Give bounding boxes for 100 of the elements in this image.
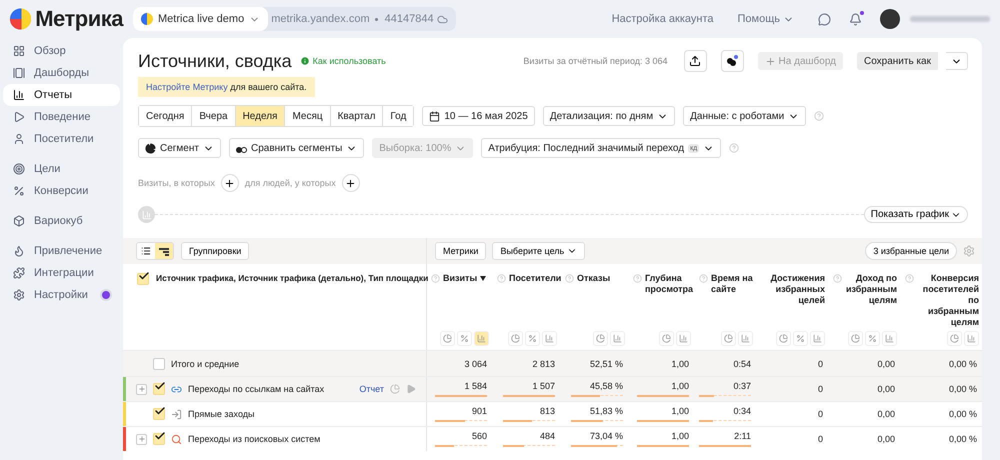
sidebar-item[interactable]: Привлечение: [3, 240, 120, 262]
sidebar-item[interactable]: Интеграции: [3, 262, 120, 284]
pie-chart-icon[interactable]: [390, 384, 400, 394]
show-chart-button[interactable]: Показать график: [864, 206, 968, 223]
pie-chart-button[interactable]: [721, 331, 736, 346]
column-header[interactable]: Достижения избранных целей: [761, 273, 825, 306]
column-header[interactable]: Визиты: [443, 273, 478, 284]
save-options-button[interactable]: [946, 52, 968, 70]
help-icon[interactable]: [633, 274, 642, 283]
pie-chart-button[interactable]: [659, 331, 674, 346]
settings-icon[interactable]: [963, 245, 975, 257]
sidebar-item[interactable]: Поведение: [3, 106, 120, 128]
bar-chart-button[interactable]: [542, 331, 557, 346]
logo-icon: [10, 7, 32, 31]
report-link[interactable]: Отчет: [359, 384, 384, 394]
check-icon: [154, 430, 166, 442]
counter-button[interactable]: Metrica live demo: [133, 7, 268, 31]
list-icon: [141, 246, 151, 256]
table-cell: 1 507: [532, 381, 555, 391]
counter-domain: metrika.yandex.com: [270, 13, 371, 25]
percent-button[interactable]: [865, 331, 880, 346]
percent-button[interactable]: [793, 331, 808, 346]
column-header[interactable]: Конверсия посетителей по избранным целям: [917, 273, 979, 328]
metrics-button[interactable]: Метрики: [435, 242, 486, 260]
sidebar-item[interactable]: Отчеты: [3, 84, 120, 106]
bar-chart-button[interactable]: [474, 331, 489, 346]
checkbox[interactable]: [153, 433, 165, 445]
help-icon[interactable]: [905, 274, 914, 283]
bar-chart-button[interactable]: [964, 331, 979, 346]
column-header[interactable]: Отказы: [577, 273, 610, 284]
checkbox[interactable]: [137, 273, 149, 285]
pie-chart-button[interactable]: [776, 331, 791, 346]
bar-chart-icon: [679, 334, 688, 343]
column-header[interactable]: Доход по избранным целям: [845, 273, 897, 306]
sidebar-item[interactable]: Обзор: [3, 40, 120, 62]
goal-dropdown[interactable]: Выберите цель: [492, 242, 586, 260]
bar-chart-button[interactable]: [738, 331, 753, 346]
period-tab[interactable]: Сегодня: [139, 106, 192, 126]
bar-chart-button[interactable]: [810, 331, 825, 346]
help-link[interactable]: Как использовать: [300, 56, 386, 66]
help-icon[interactable]: [431, 274, 440, 283]
help-icon[interactable]: [497, 274, 506, 283]
sidebar-item[interactable]: Дашборды: [3, 62, 120, 84]
bell-icon[interactable]: [849, 12, 862, 26]
sidebar-item[interactable]: Цели: [3, 158, 120, 180]
help-icon[interactable]: [565, 274, 574, 283]
enter-icon: [171, 408, 182, 420]
checkbox[interactable]: [153, 358, 165, 370]
bar-chart-button[interactable]: [676, 331, 691, 346]
sidebar-item[interactable]: Конверсии: [3, 180, 120, 202]
checkbox[interactable]: [153, 383, 165, 395]
segment-dropdown[interactable]: Сегмент: [138, 138, 221, 158]
pie-chart-button[interactable]: [848, 331, 863, 346]
ai-button[interactable]: [720, 50, 744, 72]
add-condition-button[interactable]: [220, 174, 239, 192]
groupings-button[interactable]: Группировки: [181, 242, 250, 260]
help-icon[interactable]: [699, 274, 708, 283]
setup-link[interactable]: Настройте Метрику: [146, 82, 228, 92]
period-tab[interactable]: Неделя: [236, 106, 286, 126]
help-icon[interactable]: [833, 274, 842, 283]
favorite-goals-button[interactable]: 3 избранные цели: [865, 242, 957, 260]
pie-chart-button[interactable]: [508, 331, 523, 346]
dropdown[interactable]: Данные: с роботами: [683, 106, 806, 126]
column-header[interactable]: Время на сайте: [711, 273, 753, 295]
expand-button[interactable]: [136, 434, 147, 444]
column-header[interactable]: Посетители: [509, 273, 562, 284]
percent-button[interactable]: [525, 331, 540, 346]
pie-chart-button[interactable]: [947, 331, 962, 346]
pie-chart-icon: [950, 334, 959, 343]
column-header[interactable]: Глубина просмотра: [645, 273, 694, 295]
pie-chart-button[interactable]: [440, 331, 455, 346]
add-condition-button[interactable]: [342, 174, 360, 192]
share-button[interactable]: [684, 50, 707, 72]
play-icon[interactable]: [406, 384, 416, 394]
table-cell: 0: [818, 358, 823, 368]
header-link[interactable]: Помощь: [738, 13, 794, 25]
sidebar-item[interactable]: Настройки: [3, 284, 120, 306]
bar-chart-icon: [813, 334, 822, 343]
date-range-button[interactable]: 10 — 16 мая 2025: [422, 106, 535, 126]
pie-chart-button[interactable]: [593, 331, 608, 346]
expand-button[interactable]: [136, 384, 147, 394]
save-as-button[interactable]: Сохранить как: [856, 52, 938, 70]
tree-view-button[interactable]: [155, 243, 173, 259]
sidebar-item[interactable]: Вариокуб: [3, 210, 120, 232]
help-icon[interactable]: [729, 143, 740, 153]
compare-dropdown[interactable]: Сравнить сегменты: [228, 138, 364, 158]
row-label: Переходы по ссылкам на сайтах: [188, 384, 324, 394]
checkbox[interactable]: [153, 408, 165, 420]
list-view-button[interactable]: [137, 243, 155, 259]
bar-chart-button[interactable]: [882, 331, 897, 346]
search-icon: [171, 434, 182, 444]
bar-chart-icon: [13, 89, 25, 101]
avatar[interactable]: [880, 9, 900, 29]
dropdown[interactable]: Детализация: по дням: [542, 106, 676, 126]
sidebar-item[interactable]: Посетители: [3, 128, 120, 150]
percent-button[interactable]: [457, 331, 472, 346]
bar-chart-button[interactable]: [610, 331, 625, 346]
chat-icon[interactable]: [818, 12, 831, 26]
header-link[interactable]: Настройка аккаунта: [612, 13, 714, 25]
help-icon[interactable]: [814, 111, 824, 121]
